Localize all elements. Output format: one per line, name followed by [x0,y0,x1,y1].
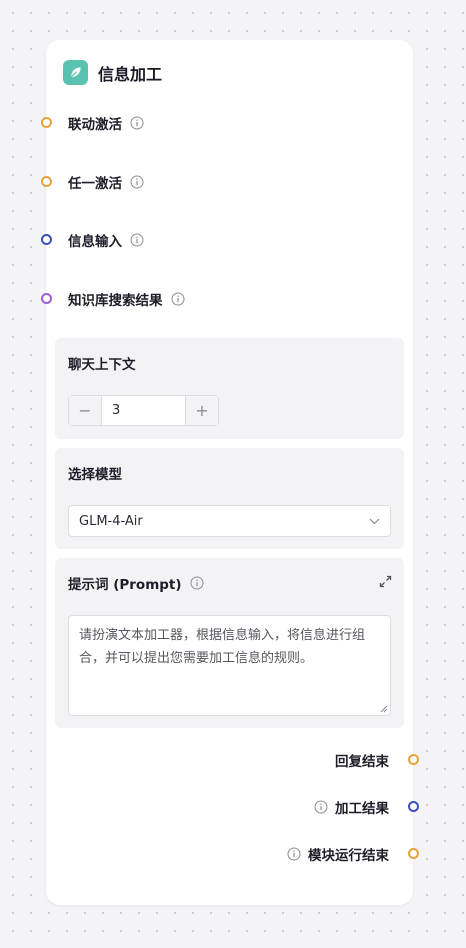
feather-icon [63,60,88,85]
increment-button[interactable]: + [185,396,218,425]
output-port-handle[interactable] [408,848,419,859]
input-label: 联动激活 [68,117,122,133]
info-icon[interactable] [171,292,185,306]
prompt-text: 请扮演文本加工器，根据信息输入，将信息进行组合，并可以提出您需要加工信息的规则。 [79,628,366,666]
input-row-linked-activate: 联动激活 [41,113,144,133]
chat-context-stepper[interactable]: − 3 + [68,395,219,426]
output-port-handle[interactable] [408,754,419,765]
input-port-handle[interactable] [41,176,52,187]
info-icon[interactable] [130,233,144,247]
expand-icon[interactable] [379,575,392,588]
output-label: 加工结果 [335,801,389,817]
input-port-handle[interactable] [41,293,52,304]
chat-context-section: 聊天上下文 − 3 + [55,338,404,439]
input-row-kb-search: 知识库搜索结果 [41,289,185,309]
chevron-down-icon [369,518,380,524]
info-icon[interactable] [287,847,301,861]
decrement-button[interactable]: − [69,396,102,425]
section-title: 聊天上下文 [68,357,136,373]
resize-handle-icon[interactable] [380,705,388,713]
info-icon[interactable] [130,116,144,130]
input-label: 任一激活 [68,176,122,192]
input-port-handle[interactable] [41,234,52,245]
input-label: 知识库搜索结果 [68,293,163,309]
stepper-value[interactable]: 3 [102,396,185,425]
node-title: 信息加工 [98,64,163,84]
output-label: 回复结束 [335,754,389,770]
prompt-textarea[interactable]: 请扮演文本加工器，根据信息输入，将信息进行组合，并可以提出您需要加工信息的规则。 [68,615,391,716]
input-row-info-input: 信息输入 [41,230,144,250]
node-header: 信息加工 [63,60,162,85]
output-label: 模块运行结束 [308,848,389,864]
info-icon[interactable] [314,800,328,814]
prompt-title-row: 提示词 (Prompt) [68,573,204,593]
model-select[interactable]: GLM-4-Air [68,505,391,537]
prompt-section: 提示词 (Prompt) 请扮演文本加工器，根据信息输入，将信息进行组合，并可以… [55,558,404,728]
output-row-process-result: 加工结果 [314,797,419,817]
output-row-reply-end: 回复结束 [335,750,419,770]
info-icon[interactable] [130,175,144,189]
model-section: 选择模型 GLM-4-Air [55,448,404,549]
input-row-any-activate: 任一激活 [41,172,144,192]
input-port-handle[interactable] [41,117,52,128]
node-card[interactable]: 信息加工 联动激活 任一激活 信息输入 知识库搜索结果 聊天上下文 − 3 + … [41,40,419,905]
input-label: 信息输入 [68,234,122,250]
output-port-handle[interactable] [408,801,419,812]
section-title: 提示词 (Prompt) [68,577,182,593]
output-row-module-end: 模块运行结束 [287,844,419,864]
section-title: 选择模型 [68,467,122,483]
info-icon[interactable] [190,576,204,590]
model-select-value: GLM-4-Air [79,513,143,529]
